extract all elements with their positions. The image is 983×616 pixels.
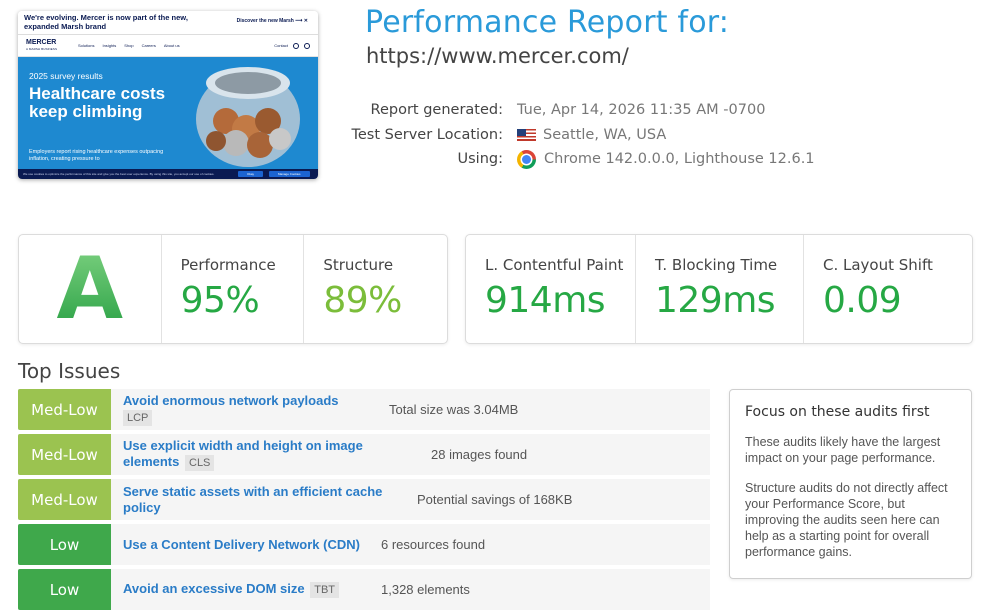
issue-detail: 28 images found — [431, 447, 528, 462]
us-flag-icon — [517, 128, 536, 141]
issue-name-cell: Use explicit width and height on image e… — [111, 434, 371, 475]
severity-badge: Med-Low — [18, 389, 111, 430]
metric-tag: CLS — [185, 454, 215, 471]
thumb-banner-link: Discover the new Marsh ⟶ ✕ — [236, 18, 308, 24]
thumb-nav-links: Solutions Insights Shop Careers About us — [78, 43, 180, 48]
issue-link[interactable]: Avoid enormous network payloads — [123, 393, 371, 409]
severity-badge: Med-Low — [18, 434, 111, 475]
severity-badge: Low — [18, 569, 111, 610]
issue-link-text: Use explicit width and height on image e… — [123, 438, 363, 470]
issue-detail: Total size was 3.04MB — [389, 402, 519, 417]
thumb-hero-eyebrow: 2025 survey results — [29, 71, 103, 81]
structure-score[interactable]: Structure 89% — [304, 235, 447, 343]
issue-link[interactable]: Use explicit width and height on image e… — [123, 438, 371, 471]
meta-value: Chrome 142.0.0.0, Lighthouse 12.6.1 — [517, 149, 815, 169]
focus-panel: Focus on these audits first These audits… — [729, 389, 972, 579]
report-meta: Report generated: Tue, Apr 14, 2026 11:3… — [340, 98, 840, 172]
metric-value: 89% — [323, 280, 402, 321]
issue-detail: 6 resources found — [381, 537, 486, 552]
top-issues-list: Med-Low Avoid enormous network payloads … — [18, 389, 710, 614]
thumb-hero: 2025 survey results Healthcare costs kee… — [18, 57, 318, 169]
thumb-logo: MERCER A MARSH BUSINESS — [26, 39, 66, 53]
issue-row[interactable]: Med-Low Avoid enormous network payloads … — [18, 389, 710, 430]
chrome-icon — [517, 149, 536, 169]
meta-value: Seattle, WA, USA — [517, 127, 666, 143]
thumb-announcement-banner: We're evolving. Mercer is now part of th… — [18, 11, 318, 35]
issue-name-cell: Avoid an excessive DOM size TBT — [111, 569, 371, 610]
scores-card: A Performance 95% Structure 89% — [18, 234, 448, 344]
report-url: https://www.mercer.com/ — [366, 44, 629, 68]
lcp-metric[interactable]: L. Contentful Paint 914ms — [466, 235, 636, 343]
browser-value: Chrome 142.0.0.0, Lighthouse 12.6.1 — [544, 151, 815, 168]
meta-row-location: Test Server Location: Seattle, WA, USA — [340, 123, 840, 148]
focus-title: Focus on these audits first — [745, 404, 930, 420]
metric-value: 914ms — [485, 280, 606, 321]
metric-value: 129ms — [655, 280, 776, 321]
severity-badge: Med-Low — [18, 479, 111, 520]
thumb-banner-text: We're evolving. Mercer is now part of th… — [24, 13, 188, 31]
issue-link[interactable]: Serve static assets with an efficient ca… — [123, 484, 401, 516]
issue-row[interactable]: Low Use a Content Delivery Network (CDN)… — [18, 524, 710, 565]
issue-row[interactable]: Med-Low Serve static assets with an effi… — [18, 479, 710, 520]
meta-value: Tue, Apr 14, 2026 11:35 AM -0700 — [517, 102, 765, 118]
top-issues-heading: Top Issues — [18, 359, 121, 383]
issue-row[interactable]: Med-Low Use explicit width and height on… — [18, 434, 710, 475]
thumb-nav-link: Solutions — [78, 43, 95, 48]
generated-date: Tue, Apr 14, 2026 11:35 AM -0700 — [517, 102, 766, 119]
focus-paragraph: These audits likely have the largest imp… — [745, 435, 941, 465]
meta-label: Test Server Location: — [351, 126, 503, 143]
meta-label: Report generated: — [370, 102, 503, 119]
thumb-hero-subtitle: Employers report rising healthcare expen… — [29, 149, 164, 162]
metric-label: T. Blocking Time — [655, 256, 778, 274]
metric-label: Structure — [323, 256, 394, 274]
web-vitals-card: L. Contentful Paint 914ms T. Blocking Ti… — [465, 234, 973, 344]
thumb-logo-text: MERCER — [26, 38, 57, 46]
cls-metric[interactable]: C. Layout Shift 0.09 — [804, 235, 972, 343]
search-icon — [304, 42, 310, 49]
thumb-nav-link: Shop — [124, 43, 134, 48]
grade-cell: A — [19, 235, 162, 343]
meta-row-using: Using: Chrome 142.0.0.0, Lighthouse 12.6… — [340, 147, 840, 172]
thumb-cookie-bar: We use cookies to optimize the performan… — [18, 169, 318, 179]
issue-detail: 1,328 elements — [381, 582, 470, 597]
metric-tag: LCP — [123, 410, 153, 426]
metric-label: Performance — [180, 256, 276, 274]
issue-name-cell: Serve static assets with an efficient ca… — [111, 479, 401, 520]
metric-label: L. Contentful Paint — [485, 256, 624, 274]
metric-tag: TBT — [310, 581, 340, 598]
report-title: Performance Report for: — [365, 5, 730, 40]
focus-paragraph: Structure audits do not directly affect … — [745, 481, 948, 559]
thumb-nav-link: Careers — [141, 43, 156, 48]
metric-value: 0.09 — [823, 280, 902, 321]
performance-score[interactable]: Performance 95% — [162, 235, 305, 343]
location-value: Seattle, WA, USA — [543, 126, 667, 143]
coin-jar-image — [196, 67, 300, 167]
issue-name-cell: Avoid enormous network payloads LCP — [111, 389, 371, 430]
meta-row-generated: Report generated: Tue, Apr 14, 2026 11:3… — [340, 98, 840, 123]
issue-link-text: Avoid an excessive DOM size — [123, 581, 305, 597]
thumb-logo-sub: A MARSH BUSINESS — [26, 46, 58, 51]
thumb-cookie-manage: Manage Cookies — [269, 171, 310, 177]
page-screenshot-thumbnail: We're evolving. Mercer is now part of th… — [18, 11, 318, 179]
thumb-cookie-okay: Okay — [238, 171, 264, 177]
issue-row[interactable]: Low Avoid an excessive DOM size TBT 1,32… — [18, 569, 710, 610]
issue-detail: Potential savings of 168KB — [417, 492, 573, 507]
tbt-metric[interactable]: T. Blocking Time 129ms — [636, 235, 804, 343]
metric-value: 95% — [180, 280, 260, 321]
issue-name-cell: Use a Content Delivery Network (CDN) — [111, 524, 371, 565]
severity-badge: Low — [18, 524, 111, 565]
overall-grade: A — [56, 239, 124, 339]
thumb-nav-link: Insights — [102, 43, 117, 48]
globe-icon — [293, 42, 299, 49]
thumb-nav-contact: Contact — [274, 43, 288, 48]
meta-label: Using: — [457, 151, 503, 168]
thumb-cookie-text: We use cookies to optimize the performan… — [23, 172, 215, 176]
issue-link[interactable]: Avoid an excessive DOM size TBT — [123, 581, 371, 598]
thumb-nav-link: About us — [163, 43, 180, 48]
issue-link[interactable]: Use a Content Delivery Network (CDN) — [123, 537, 371, 553]
thumb-nav: MERCER A MARSH BUSINESS Solutions Insigh… — [18, 35, 318, 57]
thumb-nav-right: Contact — [274, 42, 310, 49]
metric-label: C. Layout Shift — [823, 256, 933, 274]
thumb-hero-title: Healthcare costs keep climbing — [29, 84, 166, 121]
